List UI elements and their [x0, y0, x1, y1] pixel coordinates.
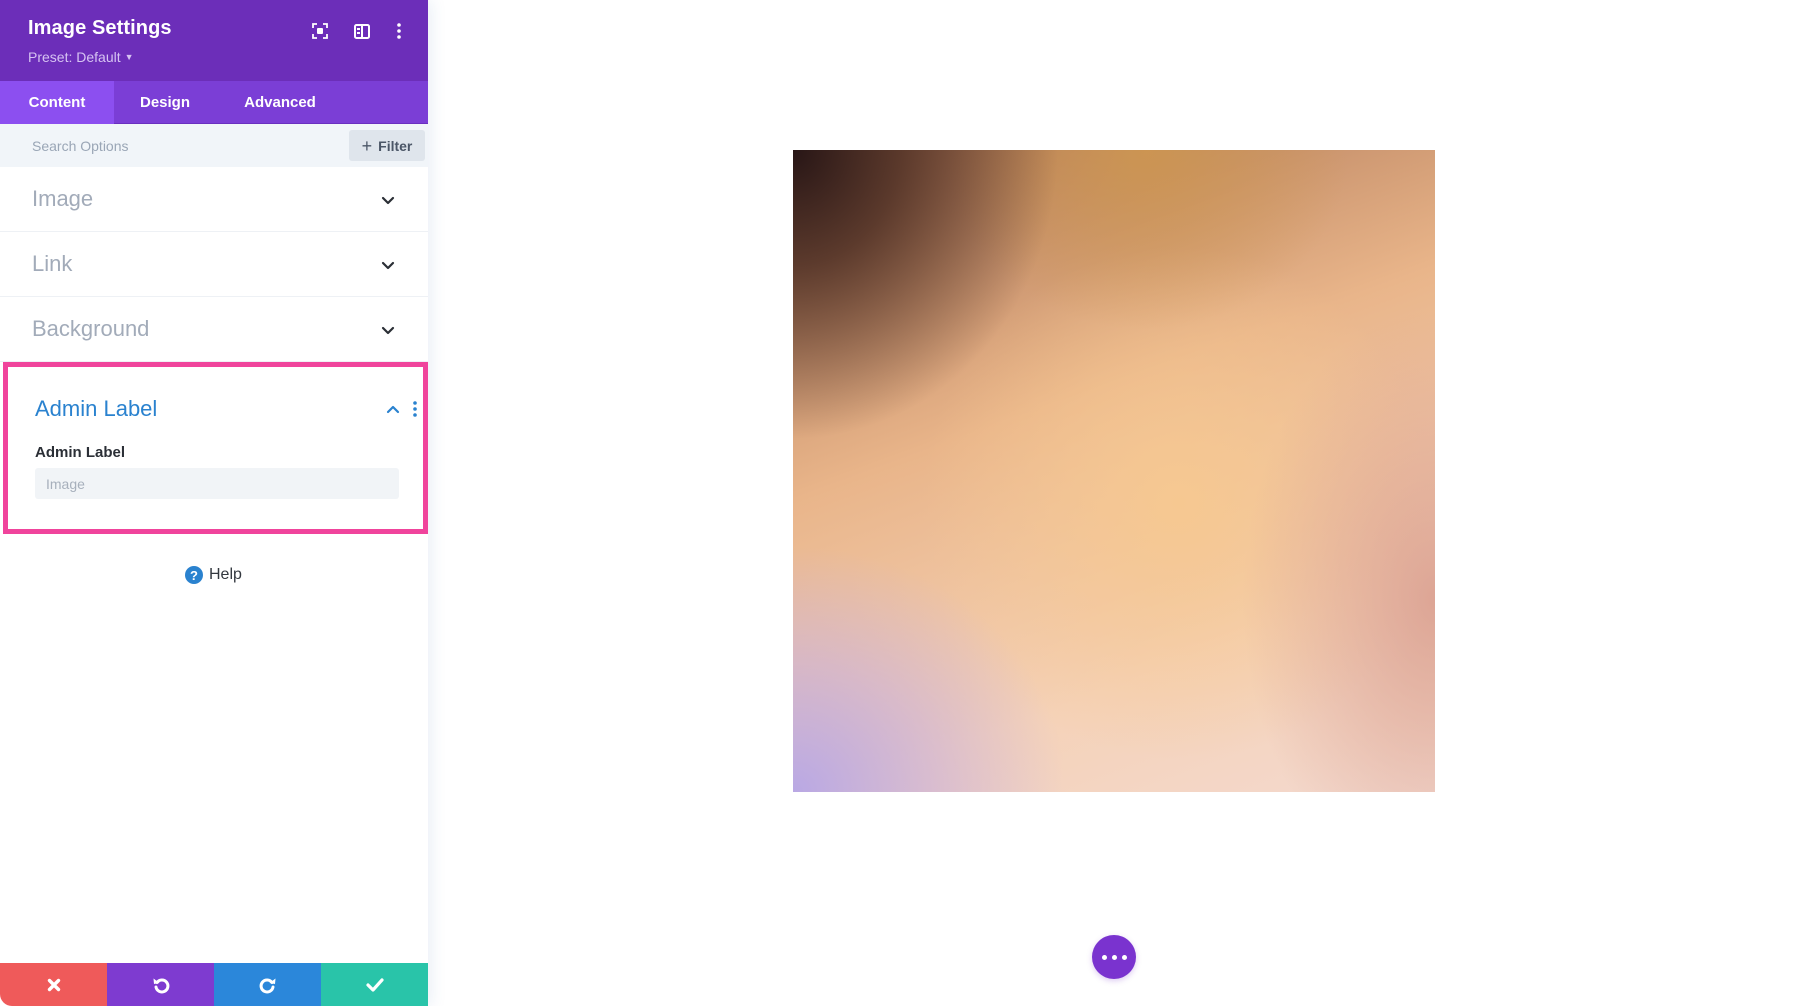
- chevron-down-icon: [381, 261, 395, 270]
- cancel-button[interactable]: [0, 963, 107, 1006]
- settings-panel: Image Settings Preset: Default ▼ Content …: [0, 0, 428, 1006]
- tab-content[interactable]: Content: [0, 81, 114, 124]
- accordion-background[interactable]: Background: [0, 297, 428, 362]
- dot: [1121, 954, 1127, 960]
- section-options-icon[interactable]: [411, 399, 419, 419]
- help-link[interactable]: ? Help: [185, 566, 242, 584]
- admin-label-field-label: Admin Label: [35, 444, 126, 461]
- help-question-icon: ?: [185, 566, 203, 584]
- admin-label-section-title[interactable]: Admin Label: [35, 396, 157, 422]
- chevron-down-icon: [381, 326, 395, 335]
- accordion-link[interactable]: Link: [0, 232, 428, 297]
- dot: [1101, 954, 1107, 960]
- more-options-icon[interactable]: [388, 20, 410, 42]
- action-bar: [0, 963, 428, 1006]
- accordion-background-title: Background: [32, 316, 150, 341]
- builder-screen: Image Settings Preset: Default ▼ Content …: [0, 0, 1800, 1006]
- split-view-icon[interactable]: [351, 20, 373, 42]
- caret-down-icon: ▼: [124, 52, 134, 62]
- more-dots-button[interactable]: [1092, 935, 1136, 979]
- chevron-down-icon: [381, 196, 395, 205]
- panel-header: Image Settings Preset: Default ▼: [0, 0, 428, 81]
- admin-label-section: Admin Label Admin Label: [3, 362, 428, 534]
- chevron-up-icon[interactable]: [385, 401, 401, 417]
- undo-icon: [153, 977, 169, 993]
- settings-tabs: Content Design Advanced: [0, 81, 428, 124]
- preview-image[interactable]: [793, 150, 1435, 792]
- accordion-link-title: Link: [32, 251, 73, 276]
- focus-mode-icon[interactable]: [309, 20, 331, 42]
- preset-dropdown[interactable]: Preset: Default ▼: [28, 49, 134, 65]
- page-canvas: [428, 0, 1800, 1006]
- filter-button[interactable]: + Filter: [349, 130, 425, 161]
- panel-title: Image Settings: [28, 17, 172, 39]
- search-options-input[interactable]: [20, 130, 340, 161]
- redo-icon: [259, 977, 275, 993]
- admin-label-input[interactable]: [35, 468, 399, 499]
- tab-design[interactable]: Design: [114, 81, 216, 124]
- search-bar: + Filter: [0, 124, 428, 167]
- redo-button[interactable]: [214, 963, 321, 1006]
- save-button[interactable]: [321, 963, 428, 1006]
- plus-icon: +: [361, 135, 373, 156]
- undo-button[interactable]: [107, 963, 214, 1006]
- close-icon: [47, 978, 60, 991]
- accordion-image[interactable]: Image: [0, 167, 428, 232]
- tab-advanced[interactable]: Advanced: [216, 81, 344, 124]
- help-label: Help: [209, 566, 242, 583]
- filter-label: Filter: [378, 137, 413, 154]
- accordion-image-title: Image: [32, 186, 94, 211]
- check-icon: [365, 977, 384, 992]
- preset-label: Preset: Default: [28, 49, 121, 65]
- dot: [1111, 954, 1117, 960]
